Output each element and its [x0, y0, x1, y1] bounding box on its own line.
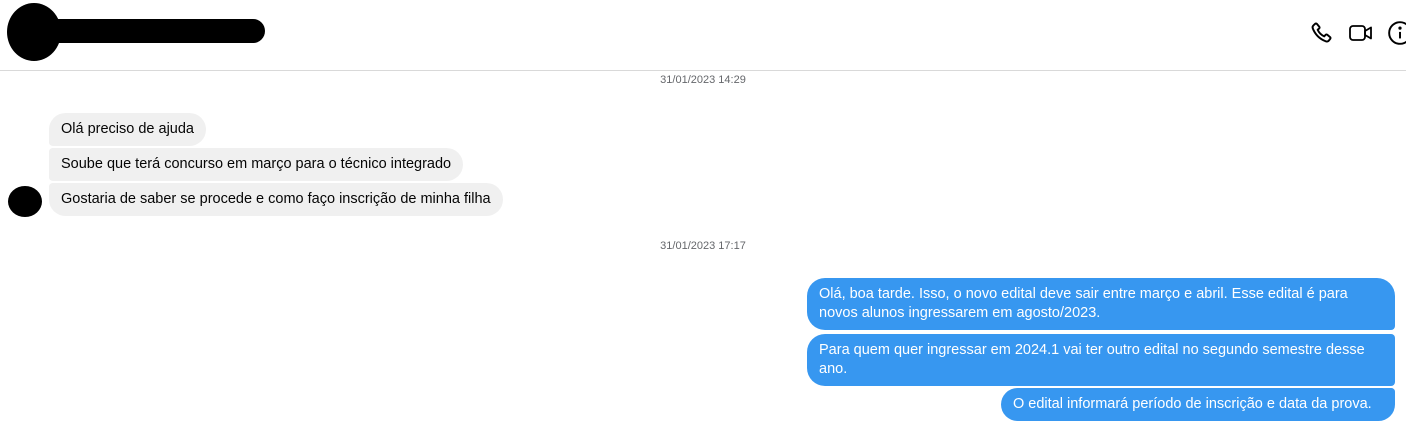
- message-timestamp: 31/01/2023 14:29: [660, 74, 746, 86]
- message-timestamp: 31/01/2023 17:17: [660, 240, 746, 252]
- incoming-message[interactable]: Olá preciso de ajuda: [49, 113, 206, 146]
- chat-header: [0, 0, 1406, 71]
- chat-window: 31/01/2023 14:29 Olá preciso de ajuda So…: [0, 0, 1406, 433]
- incoming-message[interactable]: Gostaria de saber se procede e como faço…: [49, 183, 503, 216]
- incoming-message[interactable]: Soube que terá concurso em março para o …: [49, 148, 464, 181]
- phone-icon[interactable]: [1308, 20, 1334, 46]
- outgoing-message[interactable]: O edital informará período de inscrição …: [1001, 388, 1395, 421]
- outgoing-message[interactable]: Olá, boa tarde. Isso, o novo edital deve…: [807, 278, 1395, 330]
- info-icon[interactable]: [1387, 20, 1406, 46]
- video-call-icon[interactable]: [1348, 20, 1374, 46]
- outgoing-message[interactable]: Para quem quer ingressar em 2024.1 vai t…: [807, 334, 1395, 386]
- sender-avatar[interactable]: [8, 186, 42, 217]
- contact-name[interactable]: [34, 19, 265, 43]
